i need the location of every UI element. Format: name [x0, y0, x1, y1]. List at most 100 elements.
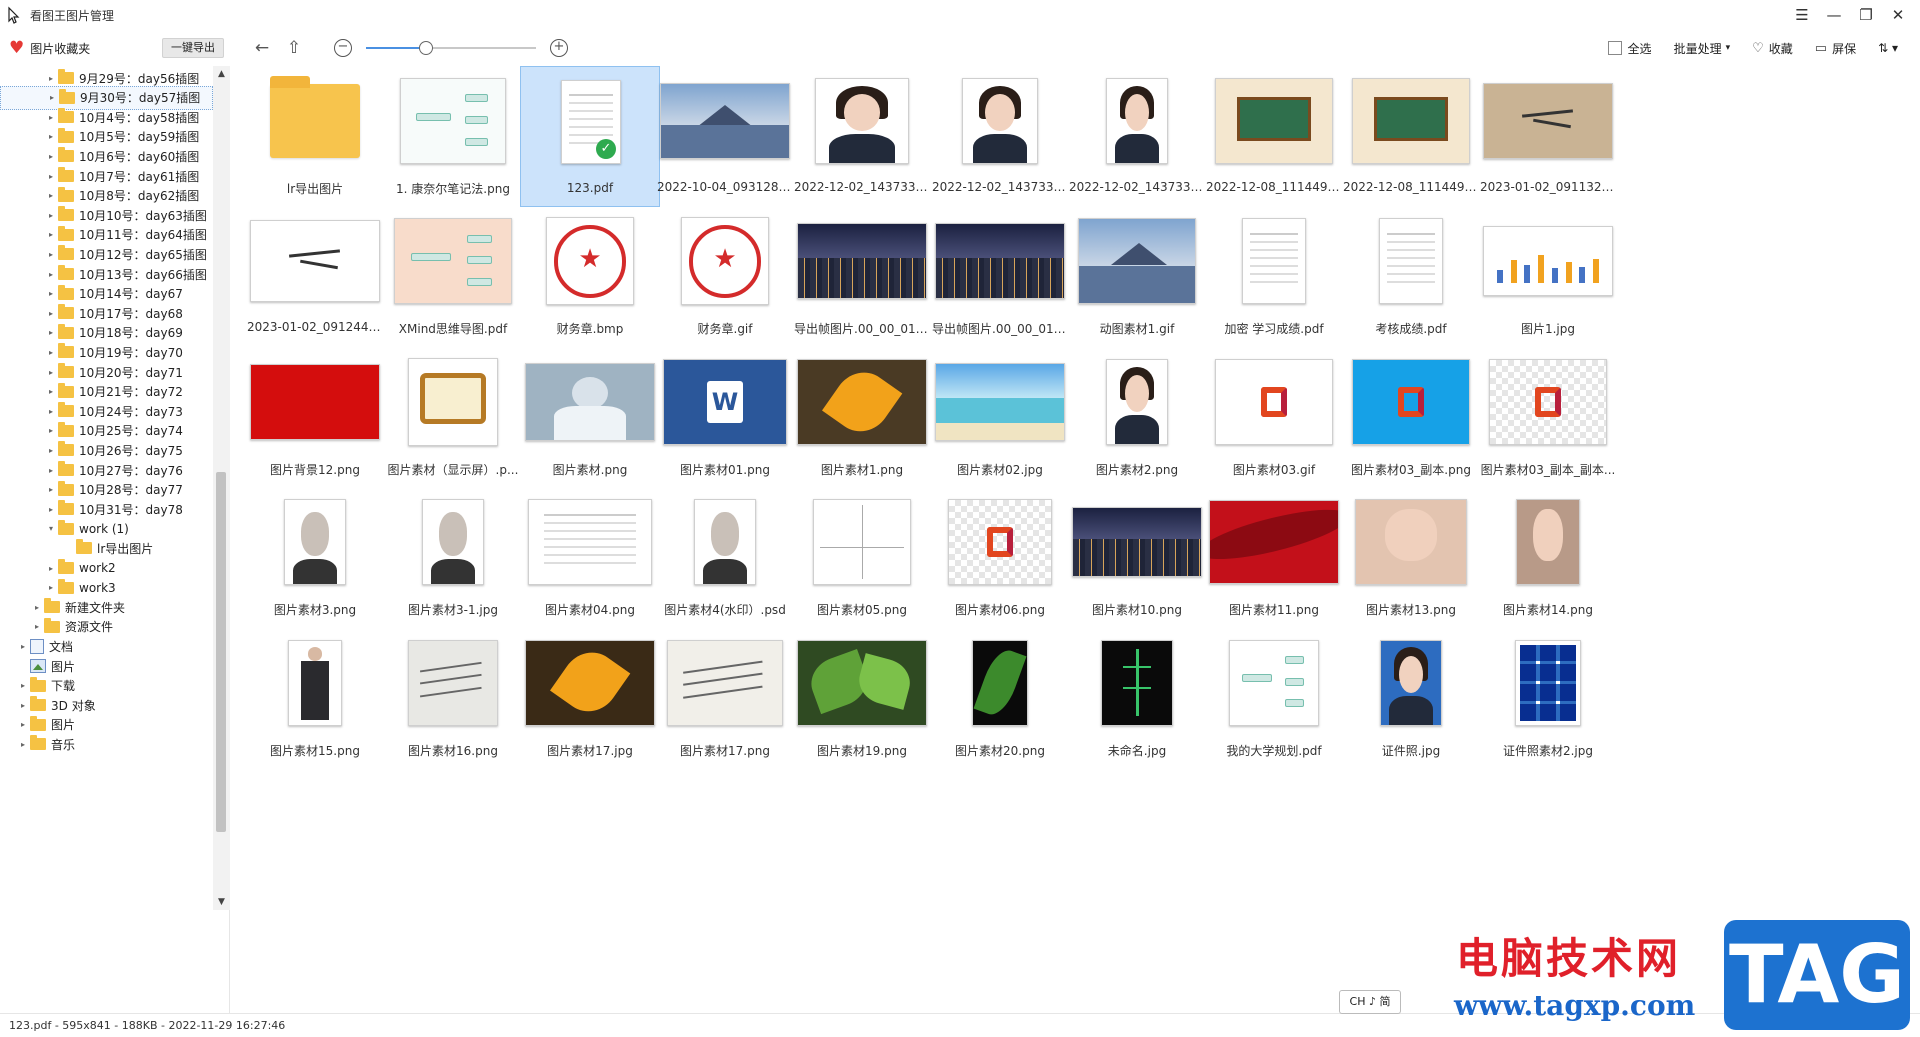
file-thumbnail[interactable]: 图片素材06.png	[930, 487, 1070, 628]
file-thumbnail[interactable]: 图片素材3-1.jpg	[383, 487, 523, 628]
select-all-checkbox[interactable]: 全选	[1607, 40, 1652, 57]
file-thumbnail[interactable]: 图片1.jpg	[1478, 206, 1618, 347]
file-thumbnail[interactable]: 图片素材02.jpg	[930, 347, 1070, 488]
file-thumbnail[interactable]: 图片素材05.png	[792, 487, 932, 628]
file-thumbnail[interactable]: 图片素材04.png	[520, 487, 660, 628]
file-thumbnail[interactable]: 2022-12-08_111449....	[1204, 66, 1344, 207]
file-thumbnail[interactable]: 图片素材11.png	[1204, 487, 1344, 628]
file-thumbnail[interactable]: 图片素材03.gif	[1204, 347, 1344, 488]
file-thumbnail[interactable]: 图片素材14.png	[1478, 487, 1618, 628]
file-thumbnail[interactable]: 导出帧图片.00_00_01_...	[930, 206, 1070, 347]
expand-arrow-icon[interactable]: ▸	[44, 466, 58, 475]
file-thumbnail[interactable]: lr导出图片	[245, 66, 385, 207]
file-thumbnail[interactable]: 证件照.jpg	[1341, 628, 1481, 769]
expand-arrow-icon[interactable]: ▸	[16, 642, 30, 651]
zoom-handle[interactable]	[418, 41, 433, 55]
expand-arrow-icon[interactable]: ▸	[44, 446, 58, 455]
expand-arrow-icon[interactable]: ▸	[16, 681, 30, 690]
file-thumbnail[interactable]: 2023-01-02_091132....	[1478, 66, 1618, 207]
expand-arrow-icon[interactable]: ▸	[44, 74, 58, 83]
expand-arrow-icon[interactable]: ▸	[44, 132, 58, 141]
expand-arrow-icon[interactable]: ▸	[44, 270, 58, 279]
sidebar-scrollbar[interactable]: ▲ ▼	[213, 66, 230, 910]
back-arrow-icon[interactable]: ←	[246, 36, 278, 60]
folder-tree[interactable]: ▸ 9月29号：day56插图 ▸ 9月30号：day57插图 ▸ 10月4号：day58…	[0, 66, 213, 910]
file-thumbnail[interactable]: 2023-01-02_091244....	[245, 206, 385, 347]
file-thumbnail[interactable]: 2022-12-08_111449_...	[1341, 66, 1481, 207]
up-folder-icon[interactable]: ⇧	[278, 36, 310, 60]
file-thumbnail[interactable]: 2022-12-02_143733 ...	[792, 66, 932, 207]
file-thumbnail[interactable]: 图片素材17.jpg	[520, 628, 660, 769]
file-thumbnail[interactable]: 图片素材（显示屏）.p...	[383, 347, 523, 488]
favorites-item[interactable]: ♥ 图片收藏夹	[9, 38, 90, 58]
expand-arrow-icon[interactable]: ▸	[30, 622, 44, 631]
file-thumbnail[interactable]: 考核成绩.pdf	[1341, 206, 1481, 347]
expand-arrow-icon[interactable]: ▸	[44, 583, 58, 592]
expand-arrow-icon[interactable]: ▸	[44, 172, 58, 181]
file-thumbnail[interactable]: 2022-12-02_143733.j...	[930, 66, 1070, 207]
file-thumbnail[interactable]: 图片素材4(水印）.psd	[655, 487, 795, 628]
file-thumbnail[interactable]: 动图素材1.gif	[1067, 206, 1207, 347]
expand-arrow-icon[interactable]: ▸	[44, 485, 58, 494]
zoom-in-icon[interactable]: +	[550, 39, 568, 57]
zoom-out-icon[interactable]: −	[334, 39, 352, 57]
expand-arrow-icon[interactable]: ▸	[44, 348, 58, 357]
expand-arrow-icon[interactable]: ▸	[16, 740, 30, 749]
file-thumbnail[interactable]: 证件照素材2.jpg	[1478, 628, 1618, 769]
file-thumbnail[interactable]: 导出帧图片.00_00_01_...	[792, 206, 932, 347]
file-thumbnail[interactable]: 图片素材13.png	[1341, 487, 1481, 628]
collapse-arrow-icon[interactable]: ▾	[44, 524, 58, 533]
expand-arrow-icon[interactable]: ▸	[44, 289, 58, 298]
expand-arrow-icon[interactable]: ▸	[44, 426, 58, 435]
expand-arrow-icon[interactable]: ▸	[44, 211, 58, 220]
file-thumbnail[interactable]: 2022-10-04_093128....	[655, 66, 795, 207]
scroll-thumb[interactable]	[216, 472, 226, 832]
tree-item[interactable]: ▸ 音乐	[0, 732, 213, 756]
expand-arrow-icon[interactable]: ▸	[44, 113, 58, 122]
expand-arrow-icon[interactable]: ▸	[44, 505, 58, 514]
expand-arrow-icon[interactable]: ▸	[44, 191, 58, 200]
expand-arrow-icon[interactable]: ▸	[44, 328, 58, 337]
scroll-down-icon[interactable]: ▼	[213, 894, 230, 910]
file-thumbnail[interactable]: 1. 康奈尔笔记法.png	[383, 66, 523, 207]
sort-dropdown[interactable]: ⇅ ▾	[1878, 41, 1898, 55]
file-thumbnail[interactable]: 图片素材17.png	[655, 628, 795, 769]
export-button[interactable]: 一键导出	[162, 38, 224, 58]
file-thumbnail[interactable]: 图片素材03_副本_副本...	[1478, 347, 1618, 488]
file-thumbnail[interactable]: 图片素材1.png	[792, 347, 932, 488]
expand-arrow-icon[interactable]: ▸	[45, 93, 59, 102]
expand-arrow-icon[interactable]: ▸	[44, 368, 58, 377]
file-thumbnail[interactable]: ✓ 123.pdf	[520, 66, 660, 207]
expand-arrow-icon[interactable]: ▸	[16, 720, 30, 729]
expand-arrow-icon[interactable]: ▸	[44, 407, 58, 416]
expand-arrow-icon[interactable]: ▸	[30, 603, 44, 612]
file-thumbnail[interactable]: 图片素材.png	[520, 347, 660, 488]
file-thumbnail[interactable]: 图片素材19.png	[792, 628, 932, 769]
file-thumbnail[interactable]: 图片素材2.png	[1067, 347, 1207, 488]
file-thumbnail[interactable]: ★ 财务章.bmp	[520, 206, 660, 347]
file-thumbnail[interactable]: 未命名.jpg	[1067, 628, 1207, 769]
expand-arrow-icon[interactable]: ▸	[44, 250, 58, 259]
file-thumbnail[interactable]: W 图片素材01.png	[655, 347, 795, 488]
file-thumbnail[interactable]: 图片素材10.png	[1067, 487, 1207, 628]
expand-arrow-icon[interactable]: ▸	[44, 387, 58, 396]
file-thumbnail[interactable]: 图片素材3.png	[245, 487, 385, 628]
file-thumbnail[interactable]: 加密 学习成绩.pdf	[1204, 206, 1344, 347]
expand-arrow-icon[interactable]: ▸	[44, 230, 58, 239]
expand-arrow-icon[interactable]: ▸	[44, 309, 58, 318]
expand-arrow-icon[interactable]: ▸	[44, 564, 58, 573]
file-thumbnail[interactable]: XMind思维导图.pdf	[383, 206, 523, 347]
file-thumbnail[interactable]: 我的大学规划.pdf	[1204, 628, 1344, 769]
file-thumbnail[interactable]: 图片背景12.png	[245, 347, 385, 488]
minimize-button[interactable]: —	[1818, 0, 1850, 30]
batch-process-dropdown[interactable]: 批量处理 ▾	[1674, 40, 1731, 57]
maximize-button[interactable]: ❐	[1850, 0, 1882, 30]
screensaver-button[interactable]: ▭ 屏保	[1815, 40, 1856, 57]
file-thumbnail[interactable]: 图片素材16.png	[383, 628, 523, 769]
collect-button[interactable]: ♡ 收藏	[1752, 40, 1793, 57]
menu-button[interactable]: ☰	[1786, 0, 1818, 30]
expand-arrow-icon[interactable]: ▸	[44, 152, 58, 161]
close-button[interactable]: ✕	[1882, 0, 1914, 30]
scroll-up-icon[interactable]: ▲	[213, 66, 230, 82]
file-thumbnail[interactable]: 图片素材15.png	[245, 628, 385, 769]
